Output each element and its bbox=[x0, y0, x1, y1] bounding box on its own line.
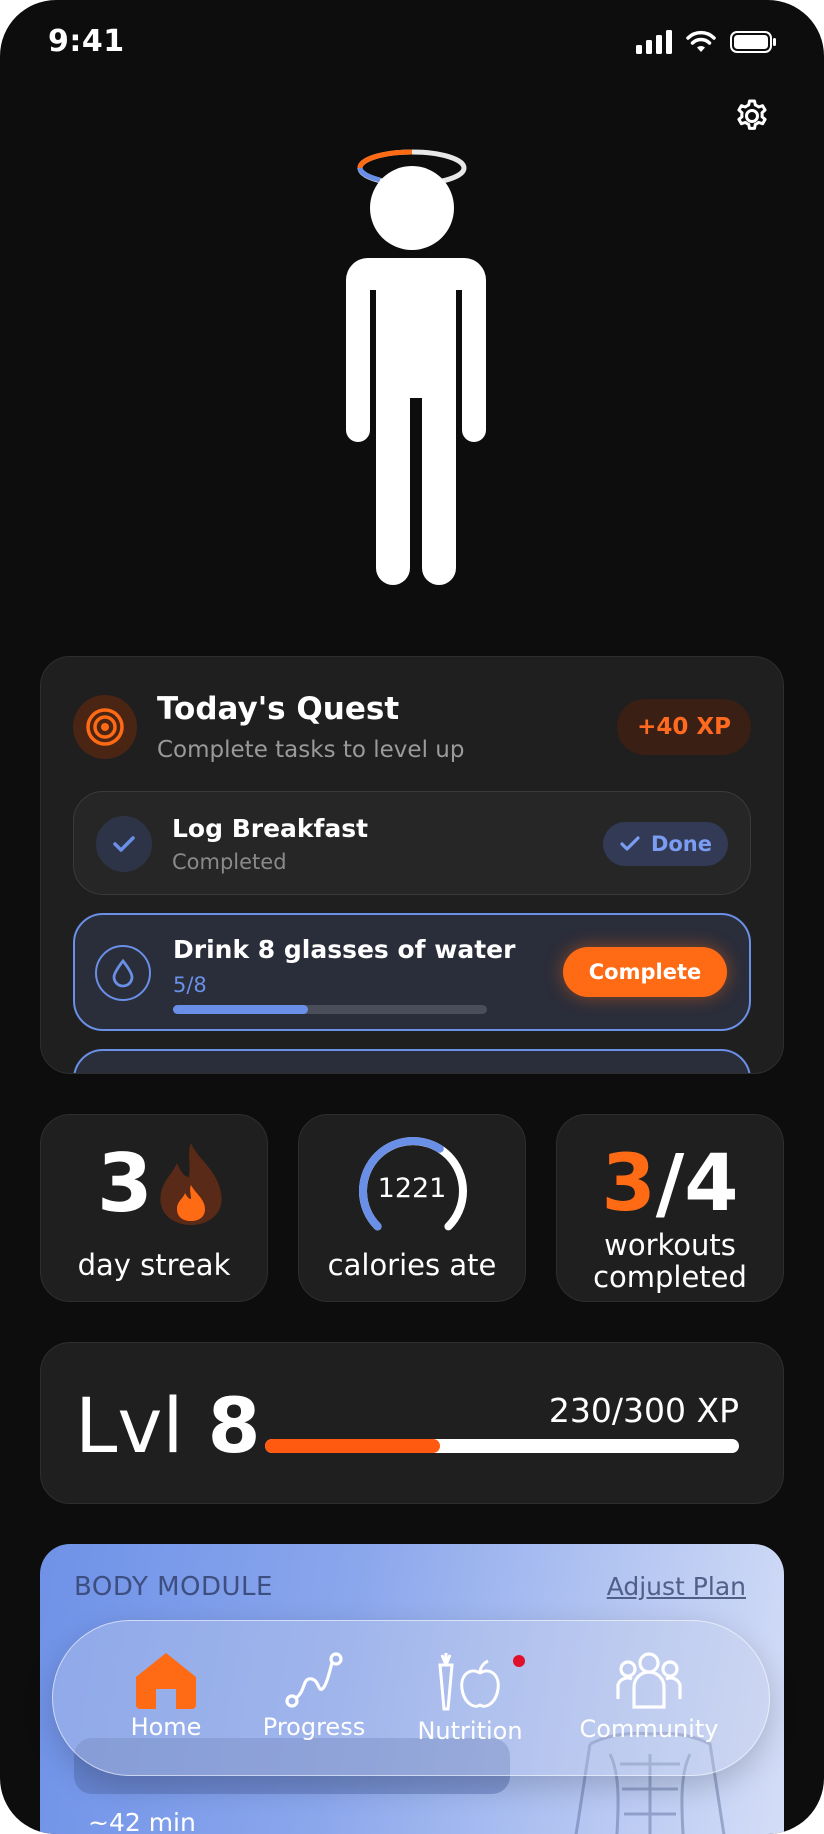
status-icons bbox=[636, 30, 776, 54]
notification-dot bbox=[513, 1655, 525, 1667]
status-bar: 9:41 bbox=[0, 0, 824, 90]
calories-value: 1221 bbox=[377, 1173, 447, 1204]
task-status: Completed bbox=[172, 850, 287, 874]
tab-label: Home bbox=[130, 1713, 202, 1741]
workouts-label-2: completed bbox=[593, 1260, 747, 1294]
community-icon bbox=[616, 1652, 682, 1709]
water-progress-bar bbox=[173, 1005, 487, 1014]
task-progress-text: 5/8 bbox=[173, 973, 207, 997]
target-icon bbox=[73, 695, 137, 759]
flame-icon bbox=[160, 1143, 222, 1225]
settings-gear-icon[interactable] bbox=[734, 98, 770, 134]
status-time: 9:41 bbox=[48, 24, 125, 59]
level-progress-bar bbox=[265, 1439, 739, 1453]
complete-button[interactable]: Complete bbox=[563, 947, 727, 997]
workouts-done: 3 bbox=[601, 1139, 656, 1229]
app-screen: 9:41 Today's Quest Complete tasks to lev… bbox=[0, 0, 824, 1834]
home-icon bbox=[136, 1653, 196, 1709]
tab-label: Nutrition bbox=[417, 1717, 523, 1745]
xp-reward-badge: +40 XP bbox=[617, 699, 751, 755]
adjust-plan-link[interactable]: Adjust Plan bbox=[607, 1572, 746, 1601]
tab-nutrition[interactable]: Nutrition bbox=[395, 1651, 545, 1745]
tab-community[interactable]: Community bbox=[564, 1651, 734, 1743]
module-duration: ~42 min bbox=[88, 1808, 196, 1834]
done-label: Done bbox=[650, 832, 712, 856]
body-module-title: BODY MODULE bbox=[74, 1572, 273, 1602]
level-label: Lvl bbox=[75, 1381, 184, 1470]
check-icon bbox=[96, 816, 152, 872]
quest-subtitle: Complete tasks to level up bbox=[157, 737, 465, 763]
done-badge: Done bbox=[602, 822, 728, 866]
tab-progress[interactable]: Progress bbox=[239, 1651, 389, 1741]
bottom-tab-bar: Home Progress Nutrition Community bbox=[52, 1620, 770, 1776]
level-xp-text: 230/300 XP bbox=[548, 1391, 739, 1430]
water-drop-icon bbox=[95, 945, 151, 1001]
quest-title: Today's Quest bbox=[157, 691, 400, 727]
level-value: 8 bbox=[207, 1381, 261, 1470]
task-drink-water[interactable]: Drink 8 glasses of water 5/8 Complete bbox=[73, 913, 751, 1031]
streak-card: 3 day streak bbox=[40, 1114, 268, 1302]
progress-icon bbox=[285, 1652, 343, 1708]
checkmark-icon bbox=[620, 836, 640, 851]
task-log-breakfast[interactable]: Log Breakfast Completed Done bbox=[73, 791, 751, 895]
workouts-card: 3/4 workouts completed bbox=[556, 1114, 784, 1302]
calories-label: calories ate bbox=[327, 1248, 497, 1282]
workouts-count: 3/4 bbox=[557, 1139, 783, 1229]
tab-home[interactable]: Home bbox=[91, 1651, 241, 1741]
level-progress-fill bbox=[265, 1439, 441, 1453]
workouts-total: /4 bbox=[655, 1139, 739, 1229]
level-title: Lvl 8 bbox=[75, 1381, 261, 1470]
task-title: Log Breakfast bbox=[172, 814, 369, 843]
tab-label: Community bbox=[579, 1715, 719, 1743]
tab-label: Progress bbox=[262, 1713, 366, 1741]
task-next-peek[interactable] bbox=[73, 1049, 751, 1073]
calories-card: 1221 calories ate bbox=[298, 1114, 526, 1302]
nutrition-icon bbox=[438, 1653, 500, 1711]
wifi-icon bbox=[686, 30, 716, 52]
streak-value: 3 bbox=[97, 1137, 153, 1230]
task-title: Drink 8 glasses of water bbox=[173, 935, 516, 964]
workouts-label-1: workouts bbox=[604, 1228, 736, 1262]
avatar-figure[interactable] bbox=[320, 140, 504, 600]
streak-label: day streak bbox=[77, 1248, 231, 1282]
quest-card: Today's Quest Complete tasks to level up… bbox=[40, 656, 784, 1074]
level-card: Lvl 8 230/300 XP bbox=[40, 1342, 784, 1504]
water-progress-fill bbox=[173, 1005, 309, 1014]
battery-icon bbox=[730, 31, 776, 53]
signal-icon bbox=[636, 30, 672, 54]
